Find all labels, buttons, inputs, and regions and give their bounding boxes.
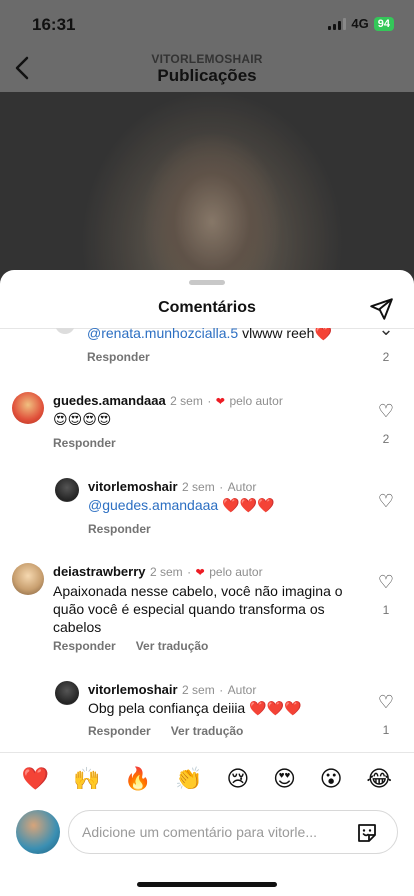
avatar[interactable]: [12, 563, 44, 595]
comment-time: 2 sem: [182, 683, 215, 697]
comment-header: deiastrawberry 2 sem · ❤ pelo autor: [53, 564, 263, 579]
heart-outline-icon[interactable]: ♡: [376, 402, 396, 420]
chevron-icon[interactable]: ⌄: [376, 328, 396, 338]
liked-by-author: pelo autor: [209, 565, 263, 579]
emoji-surprised[interactable]: 😮: [320, 766, 343, 794]
sheet-title: Comentários: [158, 299, 256, 316]
comment-actions: Responder: [53, 436, 116, 450]
comment-actions: Responder Ver tradução: [88, 724, 243, 738]
author-heart-icon: ❤: [195, 567, 205, 579]
avatar[interactable]: [12, 392, 44, 424]
comment-time: 2 sem: [182, 480, 215, 494]
like-count: 2: [382, 432, 390, 446]
heart-outline-icon[interactable]: ♡: [376, 693, 396, 711]
liked-by-author: pelo autor: [229, 394, 283, 408]
comment-text: Apaixonada nesse cabelo, você não imagin…: [53, 583, 343, 635]
comment-body: ❤️❤️❤️: [218, 497, 275, 513]
like-group[interactable]: ♡ 1: [376, 573, 396, 617]
like-count: 1: [382, 603, 390, 617]
like-group[interactable]: ♡ 1: [376, 693, 396, 737]
comment-username[interactable]: deiastrawberry: [53, 564, 146, 579]
comment-text: @guedes.amandaaa ❤️❤️❤️: [88, 496, 274, 514]
reply-button[interactable]: Responder: [87, 350, 150, 364]
like-count: 1: [382, 723, 390, 737]
comment-text: Obg pela confiança deiiia ❤️❤️❤️: [88, 700, 302, 716]
comment-actions: Responder Ver tradução: [53, 639, 208, 653]
comment-list[interactable]: @renata.munhozcialla.5 vlwww reeh❤️ Resp…: [0, 328, 414, 752]
comment-header: vitorlemoshair 2 sem · Autor: [88, 479, 257, 494]
like-group[interactable]: ♡ 2: [376, 402, 396, 446]
comment-username[interactable]: guedes.amandaaa: [53, 393, 166, 408]
author-heart-icon: ❤: [215, 396, 225, 408]
mention-link[interactable]: @renata.munhozcialla.5: [87, 328, 238, 341]
reply-button[interactable]: Responder: [53, 639, 116, 653]
signal-icon: [328, 17, 347, 30]
comment-header: vitorlemoshair 2 sem · Autor: [88, 682, 257, 697]
emoji-raised-hands[interactable]: 🙌: [73, 766, 100, 794]
comment-text: @renata.munhozcialla.5 vlwww reeh❤️: [87, 328, 357, 342]
divider: [0, 752, 414, 753]
avatar: [55, 328, 75, 334]
battery-icon: 94: [373, 16, 394, 31]
sticker-icon[interactable]: [355, 821, 379, 845]
comment-text: 😍😍😍😍: [53, 411, 112, 427]
sheet-header: Comentários: [0, 292, 414, 328]
avatar[interactable]: [55, 681, 79, 705]
like-group[interactable]: ♡: [376, 492, 396, 510]
comment-username[interactable]: vitorlemoshair: [88, 479, 178, 494]
heart-outline-icon[interactable]: ♡: [376, 492, 396, 510]
network-label: 4G: [351, 16, 369, 31]
status-right: 4G 94: [328, 16, 394, 31]
comments-sheet: Comentários @renata.munhozcialla.5 vlwww…: [0, 270, 414, 896]
comment-username[interactable]: vitorlemoshair: [88, 682, 178, 697]
emoji-heart-eyes[interactable]: 😍: [273, 766, 296, 794]
comment-placeholder: Adicione um comentário para vitorle...: [82, 824, 317, 840]
page-title: Publicações: [157, 66, 257, 85]
comment-time: 2 sem: [149, 565, 183, 579]
comment-header: guedes.amandaaa 2 sem · ❤ pelo autor: [53, 393, 283, 408]
comment-composer: Adicione um comentário para vitorle...: [0, 808, 414, 858]
quick-emoji-bar: ❤️ 🙌 🔥 👏 😢 😍 😮 😂: [0, 766, 414, 794]
author-badge: Autor: [227, 683, 257, 697]
reply-button[interactable]: Responder: [53, 436, 116, 450]
comment-input[interactable]: Adicione um comentário para vitorle...: [68, 810, 398, 854]
translate-button[interactable]: Ver tradução: [136, 639, 209, 653]
translate-button[interactable]: Ver tradução: [171, 724, 244, 738]
like-count: 2: [382, 350, 390, 364]
author-badge: Autor: [227, 480, 257, 494]
heart-outline-icon[interactable]: ♡: [376, 573, 396, 591]
comment-actions: Responder: [87, 350, 150, 364]
comment-actions: Responder: [88, 522, 151, 536]
emoji-fire[interactable]: 🔥: [124, 766, 151, 794]
reply-button[interactable]: Responder: [88, 724, 151, 738]
top-nav: VITORLEMOSHAIR Publicações: [0, 48, 414, 92]
emoji-crying[interactable]: 😢: [226, 766, 249, 794]
mention-link[interactable]: @guedes.amandaaa: [88, 497, 218, 513]
back-icon[interactable]: [10, 56, 34, 84]
comment-emoji: ❤️: [314, 328, 332, 341]
my-avatar: [16, 810, 60, 854]
like-group[interactable]: ⌄ 2: [376, 328, 396, 364]
home-indicator: [137, 882, 277, 887]
emoji-laughing[interactable]: 😂: [366, 766, 392, 794]
comment-body: vlwww reeh: [238, 328, 315, 341]
emoji-heart[interactable]: ❤️: [22, 766, 49, 794]
emoji-clap[interactable]: 👏: [175, 766, 202, 794]
status-bar: 16:31 4G 94: [0, 0, 414, 48]
avatar[interactable]: [55, 478, 79, 502]
status-time: 16:31: [32, 15, 76, 34]
reply-button[interactable]: Responder: [88, 522, 151, 536]
comment-time: 2 sem: [170, 394, 203, 408]
drag-handle[interactable]: [189, 280, 225, 285]
profile-username: VITORLEMOSHAIR: [151, 52, 263, 66]
share-icon[interactable]: [368, 296, 394, 322]
